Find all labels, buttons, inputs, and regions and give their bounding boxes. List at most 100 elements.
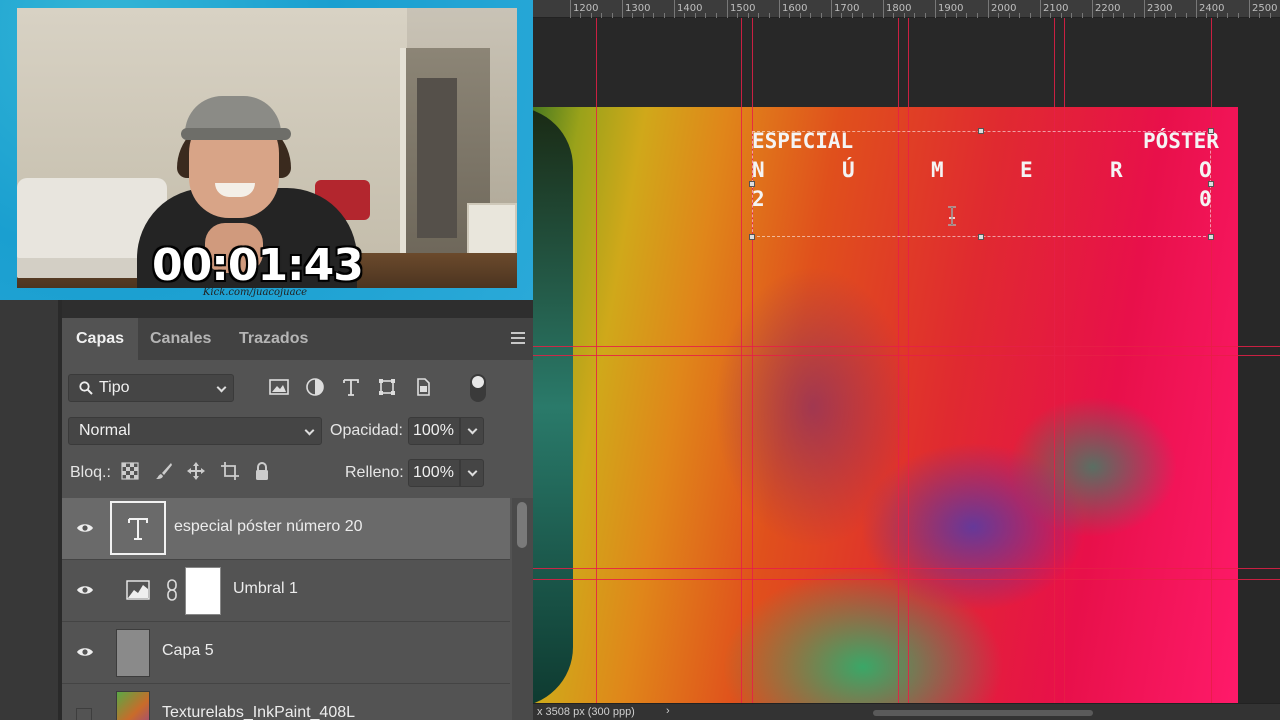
ruler-minor-tick xyxy=(998,13,999,18)
guide-line[interactable] xyxy=(596,18,597,720)
ruler-minor-tick xyxy=(643,13,644,18)
guide-line[interactable] xyxy=(1211,18,1212,720)
visibility-toggle[interactable] xyxy=(62,498,108,560)
ruler-minor-tick xyxy=(810,13,811,18)
ruler-minor-tick xyxy=(769,13,770,18)
ruler-minor-tick xyxy=(1165,13,1166,18)
horizontal-ruler[interactable]: 1200 1300 1400 1500 1600 1700 1800 1900 2000 2100… xyxy=(533,0,1280,18)
guide-line[interactable] xyxy=(533,346,1280,347)
ruler-tick xyxy=(1196,0,1197,18)
ruler-minor-tick xyxy=(1259,13,1260,18)
fill-dropdown[interactable] xyxy=(460,459,484,487)
fill-label: Relleno: xyxy=(345,464,404,481)
guide-line[interactable] xyxy=(1064,18,1065,720)
document-canvas-area[interactable]: 1200 1300 1400 1500 1600 1700 1800 1900 2000 2100… xyxy=(533,0,1280,720)
tab-capas[interactable]: Capas xyxy=(62,318,139,360)
ruler-minor-tick xyxy=(684,13,685,18)
ruler-minor-tick xyxy=(1030,13,1031,18)
layer-name: Capa 5 xyxy=(162,642,214,659)
smart-object-filter-icon[interactable] xyxy=(412,376,434,398)
filter-toggle[interactable] xyxy=(470,374,486,402)
layer-name: Umbral 1 xyxy=(233,580,298,597)
ruler-minor-tick xyxy=(716,13,717,18)
guide-line[interactable] xyxy=(898,18,899,720)
tab-trazados[interactable]: Trazados xyxy=(239,318,308,360)
layer-row-adjustment[interactable]: Umbral 1 xyxy=(62,560,510,622)
layer-filter-select[interactable]: Tipo xyxy=(68,374,234,402)
hidden-visibility-box xyxy=(76,708,92,720)
layers-list: especial póster número 20 Umbral 1 Capa … xyxy=(62,498,510,720)
guide-line[interactable] xyxy=(533,579,1280,580)
guide-line[interactable] xyxy=(1054,18,1055,720)
panel-tab-bar: Capas Canales Trazados xyxy=(62,318,533,360)
ruler-minor-tick xyxy=(748,13,749,18)
layers-scrollbar-thumb[interactable] xyxy=(517,502,527,548)
ruler-tick xyxy=(1249,0,1250,18)
transform-handle[interactable] xyxy=(1208,234,1214,240)
ruler-minor-tick xyxy=(1061,13,1062,18)
transform-handle[interactable] xyxy=(749,234,755,240)
ruler-minor-tick xyxy=(800,13,801,18)
ruler-minor-tick xyxy=(632,13,633,18)
ruler-minor-tick xyxy=(852,13,853,18)
layer-row-pixel[interactable]: Capa 5 xyxy=(62,622,510,684)
ruler-minor-tick xyxy=(1175,13,1176,18)
visibility-toggle[interactable] xyxy=(62,560,108,622)
transform-handle[interactable] xyxy=(1208,128,1214,134)
shape-filter-icon[interactable] xyxy=(376,376,398,398)
opacity-input[interactable]: 100% xyxy=(408,417,460,445)
search-icon xyxy=(79,381,93,395)
guide-line[interactable] xyxy=(533,355,1280,356)
text-bounding-box[interactable] xyxy=(752,131,1211,237)
ruler-label: 2000 xyxy=(991,3,1017,14)
guide-line[interactable] xyxy=(908,18,909,720)
guide-line[interactable] xyxy=(752,18,753,720)
transform-handle[interactable] xyxy=(978,234,984,240)
webcam-feed: 00:01:43 xyxy=(17,8,517,288)
link-chain-icon[interactable] xyxy=(165,579,179,601)
transform-handle[interactable] xyxy=(749,181,755,187)
transform-handle[interactable] xyxy=(1208,181,1214,187)
ruler-minor-tick xyxy=(1102,13,1103,18)
adjustment-filter-icon[interactable] xyxy=(304,376,326,398)
ruler-tick xyxy=(831,0,832,18)
layer-mask-thumbnail[interactable] xyxy=(185,567,221,615)
lock-position-move-icon[interactable] xyxy=(186,461,206,481)
ruler-tick xyxy=(727,0,728,18)
horizontal-scrollbar[interactable] xyxy=(873,710,1093,716)
blend-mode-select[interactable]: Normal xyxy=(68,417,322,445)
opacity-dropdown[interactable] xyxy=(460,417,484,445)
ruler-minor-tick xyxy=(612,13,613,18)
lock-artboard-icon[interactable] xyxy=(220,461,240,481)
artwork-left-swirl xyxy=(533,107,573,707)
lock-pixels-brush-icon[interactable] xyxy=(154,461,174,481)
visibility-toggle[interactable] xyxy=(62,684,108,720)
tab-canales[interactable]: Canales xyxy=(150,318,211,360)
ruler-minor-tick xyxy=(580,13,581,18)
ruler-label: 2400 xyxy=(1199,3,1225,14)
ruler-minor-tick xyxy=(1270,13,1271,18)
ruler-minor-tick xyxy=(1154,13,1155,18)
layer-row-text[interactable]: especial póster número 20 xyxy=(62,498,510,560)
ruler-minor-tick xyxy=(977,13,978,18)
lock-transparency-icon[interactable] xyxy=(120,461,140,481)
fill-input[interactable]: 100% xyxy=(408,459,460,487)
eye-icon xyxy=(77,648,93,656)
type-filter-icon[interactable] xyxy=(340,376,362,398)
layer-row-image[interactable]: Texturelabs_InkPaint_408L xyxy=(62,684,510,720)
ruler-tick xyxy=(570,0,571,18)
ruler-minor-tick xyxy=(1134,13,1135,18)
layers-scrollbar[interactable] xyxy=(512,498,533,720)
ruler-tick xyxy=(935,0,936,18)
eye-icon xyxy=(77,586,93,594)
chevron-down-icon xyxy=(467,424,478,435)
image-filter-icon[interactable] xyxy=(268,376,290,398)
status-menu-arrow[interactable]: › xyxy=(666,705,670,717)
guide-line[interactable] xyxy=(533,568,1280,569)
lock-all-icon[interactable] xyxy=(252,461,272,481)
transform-handle[interactable] xyxy=(978,128,984,134)
panel-menu-icon[interactable] xyxy=(511,332,525,344)
ruler-tick xyxy=(674,0,675,18)
guide-line[interactable] xyxy=(741,18,742,720)
visibility-toggle[interactable] xyxy=(62,622,108,684)
